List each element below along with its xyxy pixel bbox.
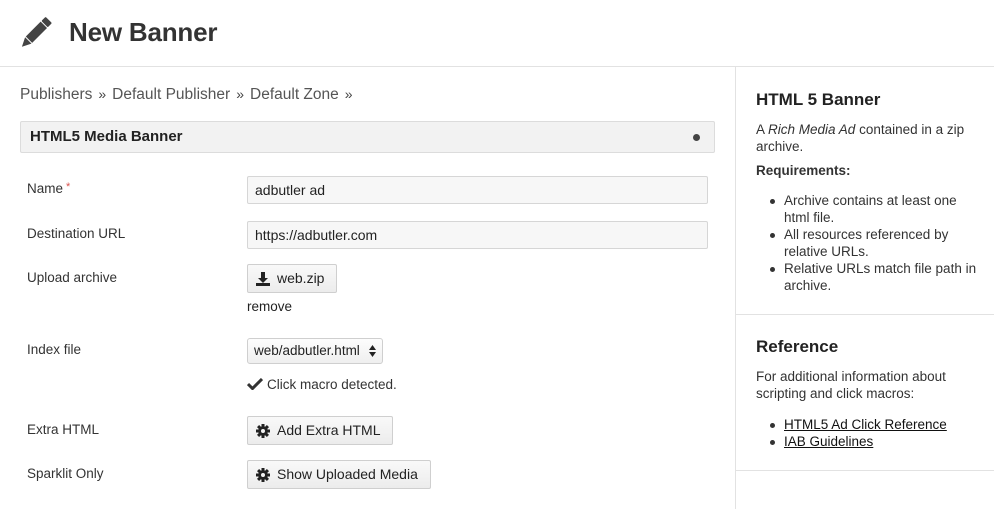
sidebar: HTML 5 Banner A Rich Media Ad contained … <box>735 67 994 509</box>
reference-links: HTML5 Ad Click Reference IAB Guidelines <box>768 416 978 450</box>
status-dot-icon <box>693 134 700 141</box>
main-content: Publishers » Default Publisher » Default Zon… <box>0 67 735 509</box>
index-file-select[interactable]: web/adbutler.html <box>247 338 383 364</box>
name-label: Name * <box>27 181 70 196</box>
html5-ad-click-reference-link[interactable]: HTML5 Ad Click Reference <box>784 417 947 432</box>
click-macro-text: Click macro detected. <box>267 377 397 392</box>
remove-file-link[interactable]: remove <box>247 299 292 314</box>
breadcrumb-default-publisher[interactable]: Default Publisher <box>112 86 230 104</box>
reference-text: For additional information about scripti… <box>756 369 946 401</box>
rich-media-ad-emphasis: Rich Media Ad <box>768 122 856 137</box>
breadcrumb-separator: » <box>236 86 245 102</box>
iab-guidelines-link[interactable]: IAB Guidelines <box>784 434 873 449</box>
index-file-selected: web/adbutler.html <box>254 343 360 358</box>
panel-header: HTML5 Media Banner <box>20 121 715 153</box>
panel-title: HTML5 Media Banner <box>30 128 183 145</box>
show-uploaded-media-label: Show Uploaded Media <box>277 466 418 482</box>
index-file-label: Index file <box>27 342 82 357</box>
pencil-icon <box>21 17 52 47</box>
gear-icon <box>256 467 270 482</box>
banner-info-title: HTML 5 Banner <box>756 90 881 109</box>
gear-icon <box>256 423 270 438</box>
destination-url-input[interactable]: https://adbutler.com <box>247 221 708 249</box>
breadcrumb: Publishers » Default Publisher » Default Zon… <box>20 86 359 104</box>
requirements-list: Archive contains at least one html file.… <box>768 192 978 294</box>
banner-info-description: A Rich Media Ad contained in a zip archi… <box>756 122 965 154</box>
list-item: IAB Guidelines <box>768 433 978 450</box>
download-icon <box>256 271 270 286</box>
breadcrumb-separator: » <box>98 86 107 102</box>
destination-url-label: Destination URL <box>27 226 126 241</box>
breadcrumb-default-zone[interactable]: Default Zone <box>250 86 339 104</box>
reference-section: Reference For additional information abo… <box>736 315 994 471</box>
breadcrumb-separator: » <box>344 86 353 102</box>
upload-file-name: web.zip <box>277 270 325 286</box>
page-title: New Banner <box>69 17 218 47</box>
list-item: All resources referenced by relative URL… <box>768 226 978 260</box>
checkmark-icon <box>247 378 263 390</box>
extra-html-label: Extra HTML <box>27 422 100 437</box>
select-arrows-icon <box>369 345 376 357</box>
list-item: Relative URLs match file path in archive… <box>768 260 978 294</box>
show-uploaded-media-button[interactable]: Show Uploaded Media <box>247 460 431 489</box>
page-header: New Banner <box>0 0 994 67</box>
banner-info-section: HTML 5 Banner A Rich Media Ad contained … <box>736 67 994 315</box>
upload-archive-label: Upload archive <box>27 270 118 285</box>
add-extra-html-label: Add Extra HTML <box>277 422 381 438</box>
click-macro-status: Click macro detected. <box>247 377 397 392</box>
sparklit-only-label: Sparklit Only <box>27 466 104 481</box>
name-input[interactable]: adbutler ad <box>247 176 708 204</box>
upload-file-button[interactable]: web.zip <box>247 264 338 293</box>
add-extra-html-button[interactable]: Add Extra HTML <box>247 416 394 445</box>
required-mark: * <box>66 181 71 193</box>
reference-title: Reference <box>756 337 839 356</box>
requirements-title: Requirements: <box>756 163 851 178</box>
name-label-text: Name <box>27 181 64 196</box>
list-item: HTML5 Ad Click Reference <box>768 416 978 433</box>
list-item: Archive contains at least one html file. <box>768 192 978 226</box>
breadcrumb-publishers[interactable]: Publishers <box>20 86 92 104</box>
